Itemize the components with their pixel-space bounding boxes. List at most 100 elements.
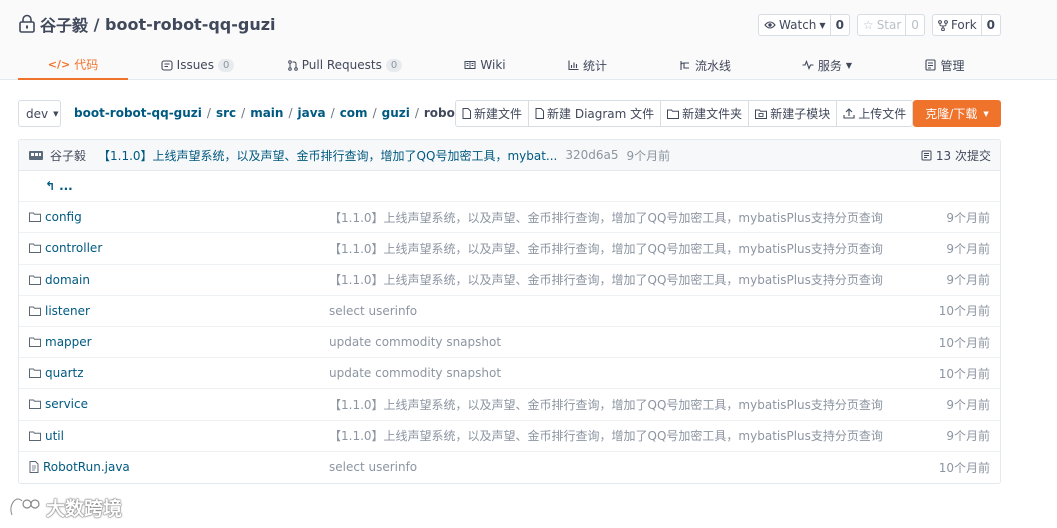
new-submodule-label: 新建子模块: [770, 107, 831, 121]
folder-row[interactable]: controller 【1.1.0】上线声望系统，以及声望、金币排行查询，增加了Q…: [19, 233, 1000, 265]
folder-name-link[interactable]: domain: [45, 273, 90, 287]
fork-count[interactable]: 0: [980, 15, 1000, 35]
breadcrumb-guzi-link[interactable]: guzi: [382, 106, 410, 120]
watermark-text: 大数跨境: [46, 498, 123, 520]
commit-sha-link[interactable]: 320d6a5: [565, 148, 618, 162]
parent-directory-row[interactable]: ↰ ...: [19, 171, 1000, 203]
folder-row[interactable]: mapper update commodity snapshot 10个月前: [19, 327, 1000, 359]
breadcrumb-main-link[interactable]: main: [250, 106, 283, 120]
folder-row[interactable]: config 【1.1.0】上线声望系统，以及声望、金币排行查询，增加了QQ号加密…: [19, 202, 1000, 234]
commit-message-link[interactable]: select userinfo: [329, 460, 417, 474]
fork-label: Fork: [950, 18, 977, 32]
tab-label: 统计: [582, 58, 607, 73]
breadcrumb-com-link[interactable]: com: [340, 106, 368, 120]
star-button[interactable]: ☆ Star 0: [856, 14, 925, 36]
folder-name-link[interactable]: util: [45, 429, 64, 443]
lock-icon: [19, 14, 35, 33]
file-icon: [462, 108, 471, 119]
folder-name-link[interactable]: mapper: [45, 335, 92, 349]
new-file-button[interactable]: 新建文件: [456, 101, 528, 126]
tab-stats[interactable]: 统计: [545, 50, 630, 80]
repo-actions: Watch ▼ 0 ☆ Star 0 Fork 0: [758, 14, 1001, 36]
folder-icon: [29, 306, 41, 316]
caret-down-icon: ▼: [53, 109, 59, 118]
commit-message-link[interactable]: select userinfo: [329, 304, 417, 318]
folder-icon: [29, 337, 41, 348]
repo-separator: /: [88, 14, 105, 34]
file-table: 谷子毅 【1.1.0】上线声望系统，以及声望、金币排行查询，增加了QQ号加密工具…: [18, 139, 1001, 484]
commit-message-link[interactable]: 【1.1.0】上线声望系统，以及声望、金币排行查询，增加了QQ号加密工具，myb…: [329, 427, 883, 444]
latest-commit-row: 谷子毅 【1.1.0】上线声望系统，以及声望、金币排行查询，增加了QQ号加密工具…: [19, 140, 1000, 171]
folder-icon: [29, 275, 41, 285]
commit-time: 9个月前: [946, 273, 990, 288]
tab-code[interactable]: </> 代码: [18, 50, 128, 80]
commit-time: 9个月前: [946, 397, 990, 412]
parent-directory-link[interactable]: ...: [59, 179, 73, 193]
repo-tabs: </> 代码 Issues 0 Pull Requests 0 Wiki 统计 …: [0, 50, 1057, 80]
tab-label: Issues: [176, 58, 214, 72]
caret-down-icon: ▼: [819, 20, 826, 30]
upload-file-button[interactable]: 上传文件: [836, 101, 912, 126]
breadcrumb-java-link[interactable]: java: [298, 106, 326, 120]
tab-pipeline[interactable]: 流水线: [660, 50, 750, 80]
commit-message-link[interactable]: 【1.1.0】上线声望系统，以及声望、金币排行查询，增加了QQ号加密工具，myb…: [98, 147, 557, 164]
tab-wiki[interactable]: Wiki: [440, 50, 530, 80]
commit-message-link[interactable]: update commodity snapshot: [329, 366, 501, 380]
commit-time: 9个月前: [946, 210, 990, 225]
tab-manage[interactable]: 管理: [905, 50, 985, 80]
folder-name-link[interactable]: quartz: [45, 366, 84, 380]
tab-issues[interactable]: Issues 0: [140, 50, 255, 80]
star-count[interactable]: 0: [905, 15, 924, 35]
folder-icon: [29, 368, 41, 379]
back-arrow-icon: ↰: [45, 179, 56, 194]
folder-row[interactable]: quartz update commodity snapshot 10个月前: [19, 358, 1000, 390]
folder-name-link[interactable]: listener: [45, 304, 90, 318]
branch-selector[interactable]: dev ▼: [18, 100, 61, 127]
folder-name-link[interactable]: config: [45, 210, 82, 224]
commit-message-link[interactable]: 【1.1.0】上线声望系统，以及声望、金币排行查询，增加了QQ号加密工具，myb…: [329, 396, 883, 413]
star-icon: ☆: [862, 18, 874, 32]
new-submodule-button[interactable]: 新建子模块: [748, 101, 836, 126]
commit-time: 9个月前: [626, 148, 671, 163]
commit-message-link[interactable]: 【1.1.0】上线声望系统，以及声望、金币排行查询，增加了QQ号加密工具，myb…: [329, 209, 883, 226]
tab-label: 流水线: [694, 58, 731, 73]
file-actions-toolbar: 新建文件 新建 Diagram 文件 新建文件夹 新建子模块 上传文件: [455, 100, 914, 127]
pipeline-icon: [680, 60, 689, 70]
commit-message-link[interactable]: update commodity snapshot: [329, 335, 501, 349]
file-row[interactable]: RobotRun.java select userinfo 10个月前: [19, 452, 1000, 483]
commit-count-link[interactable]: 13 次提交: [921, 140, 991, 171]
folder-name-link[interactable]: service: [45, 397, 88, 411]
commit-count: 13 次提交: [935, 149, 991, 163]
commit-message-link[interactable]: 【1.1.0】上线声望系统，以及声望、金币排行查询，增加了QQ号加密工具，myb…: [329, 271, 883, 288]
folder-row[interactable]: util 【1.1.0】上线声望系统，以及声望、金币排行查询，增加了QQ号加密工具…: [19, 421, 1000, 452]
repo-name-link[interactable]: boot-robot-qq-guzi: [105, 15, 276, 34]
file-icon: [535, 108, 545, 119]
commit-time: 10个月前: [938, 335, 990, 350]
watch-button[interactable]: Watch ▼ 0: [758, 14, 850, 36]
new-diagram-button[interactable]: 新建 Diagram 文件: [528, 101, 660, 126]
fork-icon: [938, 19, 948, 31]
upload-icon: [843, 108, 855, 119]
breadcrumb-src-link[interactable]: src: [216, 106, 236, 120]
branch-name: dev: [26, 106, 49, 121]
file-name-link[interactable]: RobotRun.java: [43, 460, 130, 474]
fork-button[interactable]: Fork 0: [931, 14, 1001, 36]
repo-owner-link[interactable]: 谷子毅: [40, 12, 88, 36]
code-icon: </>: [47, 57, 71, 71]
folder-row[interactable]: domain 【1.1.0】上线声望系统，以及声望、金币排行查询，增加了QQ号加密…: [19, 265, 1000, 296]
folder-row[interactable]: service 【1.1.0】上线声望系统，以及声望、金币排行查询，增加了QQ号加…: [19, 389, 1000, 421]
breadcrumb: boot-robot-qq-guzi / src / main / java / com…: [74, 106, 461, 120]
commit-author[interactable]: 谷子毅: [50, 147, 86, 164]
folder-name-link[interactable]: controller: [45, 241, 102, 255]
tab-pull-requests[interactable]: Pull Requests 0: [275, 50, 415, 80]
clone-download-button[interactable]: 克隆/下载 ▼: [913, 100, 1001, 127]
commit-time: 10个月前: [938, 460, 990, 475]
pulse-icon: [802, 60, 814, 70]
folder-row[interactable]: listener select userinfo 10个月前: [19, 296, 1000, 327]
watch-count[interactable]: 0: [829, 15, 849, 35]
breadcrumb-repo-link[interactable]: boot-robot-qq-guzi: [74, 106, 202, 120]
tab-services[interactable]: 服务 ▼: [782, 50, 872, 80]
commit-message-link[interactable]: 【1.1.0】上线声望系统，以及声望、金币排行查询，增加了QQ号加密工具，myb…: [329, 240, 883, 257]
book-icon: [464, 61, 476, 69]
new-folder-button[interactable]: 新建文件夹: [660, 101, 748, 126]
